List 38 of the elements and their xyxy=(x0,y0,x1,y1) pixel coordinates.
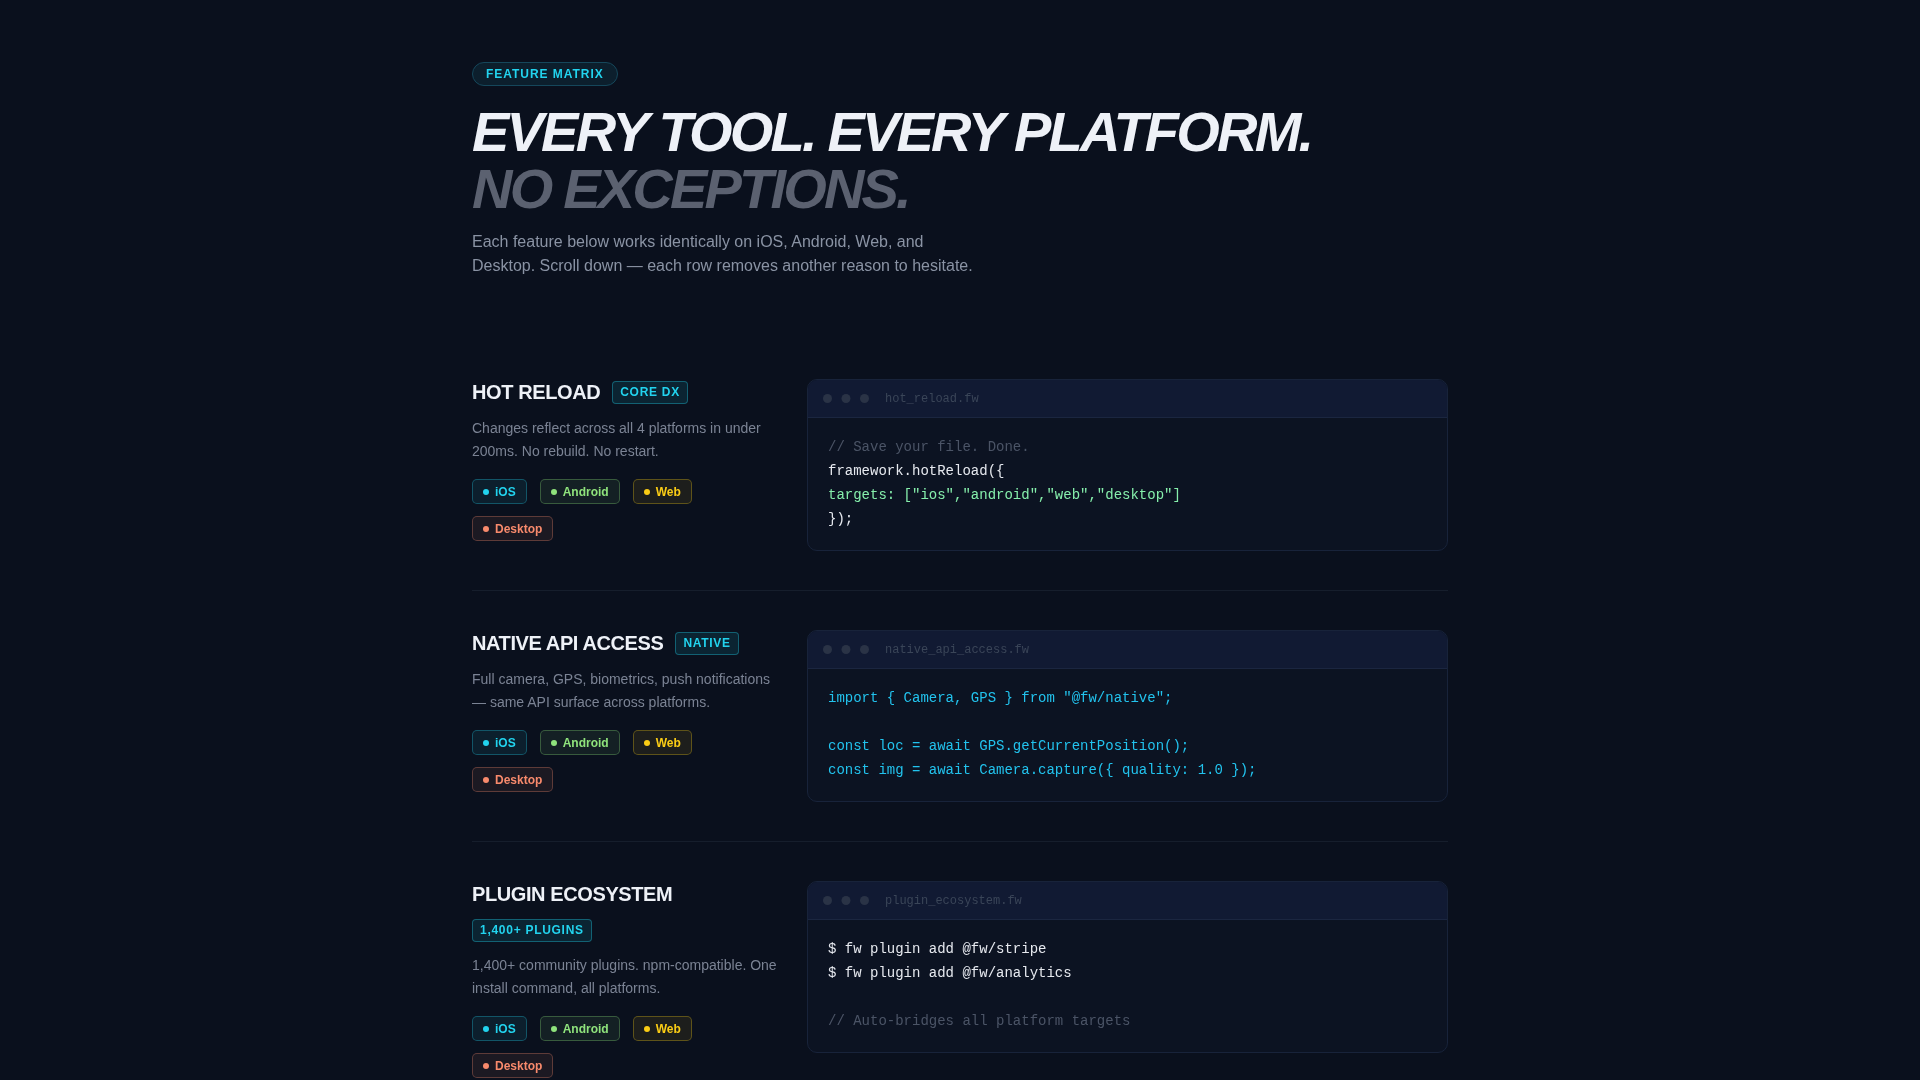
code-line: import { Camera, GPS } from "@fw/native"; xyxy=(828,689,1173,708)
code-line: // Auto-bridges all platform targets xyxy=(828,1012,1131,1031)
window-dots-icon xyxy=(823,394,869,403)
platform-label: iOS xyxy=(495,484,516,499)
code-line: $ fw plugin add @fw/analytics xyxy=(828,964,1072,983)
feature-description: Full camera, GPS, biometrics, push notifications — same API surface across platforms. xyxy=(472,670,771,712)
code-line: // Save your file. Done. xyxy=(828,438,1030,457)
feature-title: HOT RELOAD xyxy=(472,380,601,405)
headline-subline: NO EXCEPTIONS. xyxy=(472,160,910,217)
window-dots-icon xyxy=(823,645,869,654)
feature-tag: 1,400+ PLUGINS xyxy=(472,919,592,942)
platform-label: Web xyxy=(655,484,681,499)
platform-label: iOS xyxy=(495,735,516,750)
window-dots-icon xyxy=(823,896,869,905)
intro-text: Each feature below works identically on iOS, Android, Web, and Desktop. Scroll down — each row removes another reason to hesitate. xyxy=(472,232,974,276)
platform-label: Desktop xyxy=(495,772,543,787)
platform-label: Android xyxy=(562,1021,609,1036)
platform-label: Android xyxy=(562,735,609,750)
code-line: framework.hotReload({ xyxy=(828,462,1005,481)
feature-title: PLUGIN ECOSYSTEM xyxy=(472,882,673,907)
code-line: $ fw plugin add @fw/stripe xyxy=(828,940,1047,959)
headline: EVERY TOOL. EVERY PLATFORM. xyxy=(472,103,1313,160)
code-line: targets: ["ios","android","web","desktop"] xyxy=(828,486,1181,505)
code-line: const img = await Camera.capture({ quality: 1.0 }); xyxy=(828,761,1257,780)
platform-label: Android xyxy=(562,484,609,499)
feature-tag: NATIVE xyxy=(675,631,739,655)
platform-label: iOS xyxy=(495,1021,516,1036)
feature-description: Changes reflect across all 4 platforms in under 200ms. No rebuild. No restart. xyxy=(472,419,762,461)
code-line: }); xyxy=(828,510,854,529)
section-badge: FEATURE MATRIX xyxy=(472,62,618,86)
platform-label: Desktop xyxy=(495,1058,543,1073)
platform-label: Web xyxy=(655,735,681,750)
platform-label: Desktop xyxy=(495,521,543,536)
platform-label: Web xyxy=(655,1021,681,1036)
feature-title: NATIVE API ACCESS xyxy=(472,631,664,656)
code-line: const loc = await GPS.getCurrentPosition(); xyxy=(828,737,1190,756)
feature-description: 1,400+ community plugins. npm-compatible. One install command, all platforms. xyxy=(472,956,778,998)
feature-tag: CORE DX xyxy=(612,380,688,404)
